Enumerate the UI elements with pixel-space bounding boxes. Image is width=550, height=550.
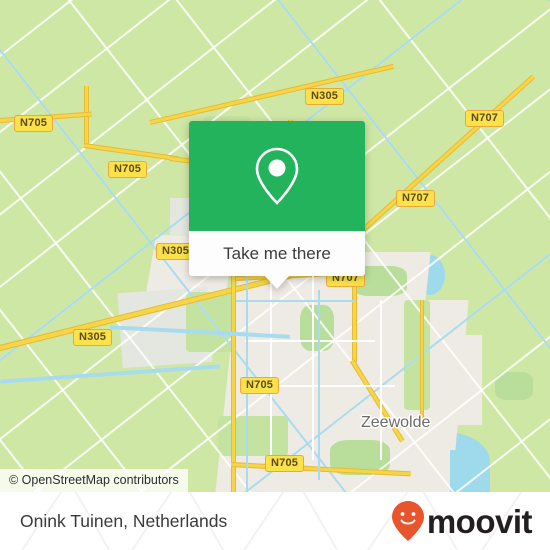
local-road-5 xyxy=(312,260,314,460)
moovit-wordmark: moovit xyxy=(426,502,533,540)
town-label-zeewolde: Zeewolde xyxy=(361,414,431,431)
road-east-town xyxy=(420,300,424,420)
road-shield[interactable]: N705 xyxy=(240,377,280,394)
town-canal-cross xyxy=(236,300,356,303)
road-shield[interactable]: N305 xyxy=(305,88,345,105)
moovit-map-screenshot: N705 N705 N305 N707 N707 N305 N707 N305 … xyxy=(0,0,550,550)
local-road-2 xyxy=(245,340,375,342)
take-me-there-label: Take me there xyxy=(223,243,331,263)
local-road-4 xyxy=(270,260,272,460)
road-shield[interactable]: N707 xyxy=(396,190,436,207)
map-attribution[interactable]: © OpenStreetMap contributors xyxy=(0,469,188,492)
road-shield[interactable]: N705 xyxy=(108,161,148,178)
moovit-brand[interactable]: moovit xyxy=(391,500,533,542)
map-canvas[interactable]: N705 N705 N305 N707 N707 N305 N707 N305 … xyxy=(0,0,550,492)
popup-pointer xyxy=(264,275,290,289)
road-shield[interactable]: N705 xyxy=(14,115,54,132)
popup-action-bar[interactable]: Take me there xyxy=(189,231,365,289)
town-canal-east xyxy=(318,290,321,480)
local-road-6 xyxy=(380,300,382,460)
road-shield[interactable]: N305 xyxy=(73,329,113,346)
footer-bar: Onink Tuinen, Netherlands moovit xyxy=(0,492,550,550)
road-shield[interactable]: N705 xyxy=(265,455,305,472)
place-name-label: Onink Tuinen, Netherlands xyxy=(20,510,228,531)
road-shield[interactable]: N707 xyxy=(465,110,505,127)
moovit-smiley-pin-icon xyxy=(391,501,424,541)
map-pin-icon xyxy=(255,147,299,205)
popup-header xyxy=(189,121,365,231)
location-popup[interactable]: Take me there xyxy=(189,121,365,289)
town-canal-west xyxy=(246,258,249,492)
